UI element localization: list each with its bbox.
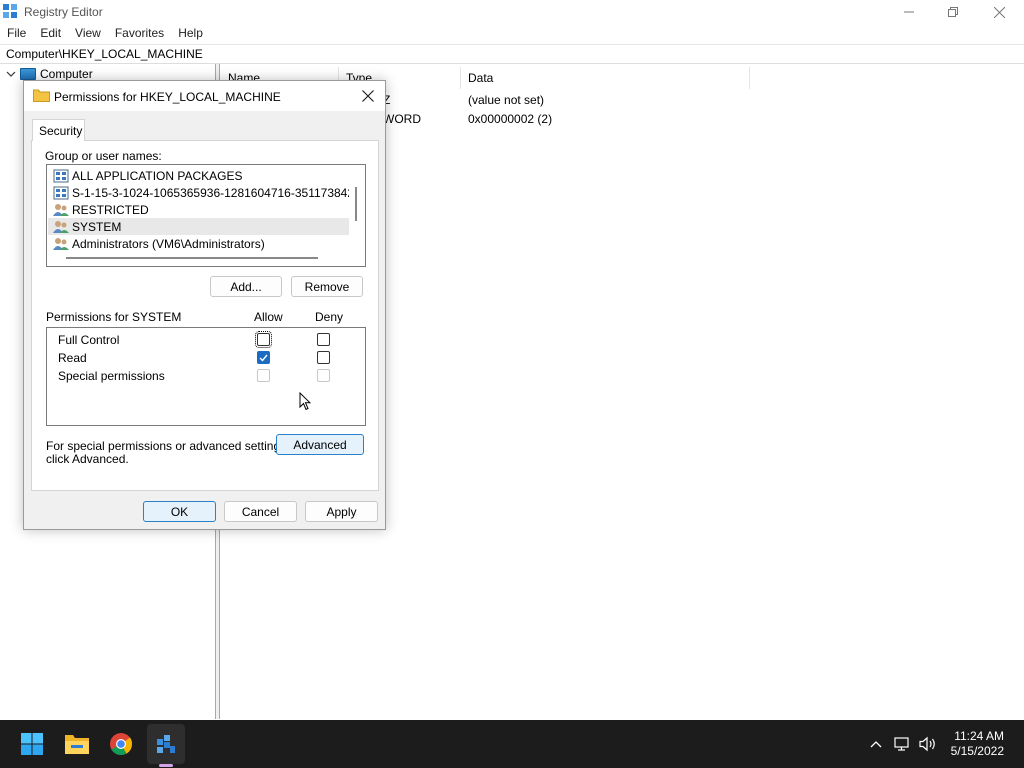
- advanced-button[interactable]: Advanced: [276, 434, 364, 455]
- volume-button[interactable]: [918, 734, 938, 754]
- network-button[interactable]: [893, 734, 913, 754]
- app-packages-icon: [53, 169, 69, 182]
- advanced-hint-line2: click Advanced.: [46, 452, 129, 466]
- taskbar: 11:24 AM 5/15/2022: [0, 720, 1024, 768]
- registry-editor-taskbar-button[interactable]: [150, 728, 182, 760]
- tab-security[interactable]: Security: [32, 119, 85, 141]
- restore-button[interactable]: [930, 0, 976, 24]
- group-name: Administrators (VM6\Administrators): [72, 236, 265, 251]
- dialog-titlebar: Permissions for HKEY_LOCAL_MACHINE: [24, 81, 385, 111]
- permission-name: Special permissions: [58, 369, 165, 383]
- special-allow-checkbox: [257, 369, 270, 382]
- file-explorer-icon: [65, 735, 89, 754]
- tree-item-computer[interactable]: Computer: [6, 67, 93, 81]
- cancel-button[interactable]: Cancel: [224, 501, 297, 522]
- column-data[interactable]: Data: [461, 67, 750, 89]
- row-data: 0x00000002 (2): [468, 112, 553, 126]
- special-deny-checkbox: [317, 369, 330, 382]
- clock-time: 11:24 AM: [954, 729, 1004, 743]
- network-icon: [894, 737, 909, 751]
- clock[interactable]: 11:24 AM 5/15/2022: [951, 729, 1004, 759]
- permission-name: Full Control: [58, 333, 120, 347]
- chrome-icon: [110, 733, 133, 755]
- full-control-deny-checkbox[interactable]: [317, 333, 330, 346]
- active-indicator: [159, 764, 173, 767]
- security-panel: Group or user names: ALL APPLICATION PAC…: [31, 140, 379, 491]
- chevron-down-icon[interactable]: [6, 69, 16, 79]
- list-item[interactable]: RESTRICTED: [48, 201, 349, 218]
- advanced-hint-line1: For special permissions or advanced sett…: [46, 439, 290, 453]
- show-hidden-icons-button[interactable]: [866, 734, 886, 754]
- registry-editor-icon: [3, 4, 17, 18]
- list-item[interactable]: S-1-15-3-1024-1065365936-1281604716-3511…: [48, 184, 349, 201]
- group-name: ALL APPLICATION PACKAGES: [72, 168, 243, 183]
- read-allow-checkbox[interactable]: [257, 351, 270, 364]
- group-names-label: Group or user names:: [45, 149, 162, 163]
- dialog-close-button[interactable]: [357, 86, 379, 106]
- registry-editor-titlebar: Registry Editor: [0, 0, 1024, 24]
- permissions-for-label: Permissions for SYSTEM: [46, 310, 182, 324]
- list-item[interactable]: SYSTEM: [48, 218, 349, 235]
- restore-icon: [948, 7, 958, 17]
- window-title: Registry Editor: [24, 5, 103, 19]
- group-name: S-1-15-3-1024-1065365936-1281604716-3511…: [72, 185, 349, 200]
- menu-view[interactable]: View: [68, 24, 108, 44]
- full-control-allow-checkbox[interactable]: [255, 331, 272, 348]
- group-name: SYSTEM: [72, 219, 122, 234]
- menu-file[interactable]: File: [0, 24, 33, 44]
- mouse-cursor-icon: [299, 392, 311, 411]
- close-icon: [993, 6, 1005, 18]
- row-type: WORD: [383, 112, 421, 126]
- folder-icon: [33, 89, 50, 102]
- menu-help[interactable]: Help: [171, 24, 210, 44]
- permissions-list: Full Control Read Special permissions: [46, 327, 366, 426]
- address-bar[interactable]: Computer\HKEY_LOCAL_MACHINE: [0, 44, 1024, 64]
- menu-bar: File Edit View Favorites Help: [0, 24, 1024, 44]
- menu-favorites[interactable]: Favorites: [108, 24, 171, 44]
- file-explorer-button[interactable]: [61, 728, 93, 760]
- deny-header: Deny: [315, 310, 344, 324]
- add-button[interactable]: Add...: [210, 276, 282, 297]
- chrome-button[interactable]: [105, 728, 137, 760]
- clock-date: 5/15/2022: [950, 744, 1004, 758]
- user-group-icon: [53, 237, 69, 250]
- permissions-dialog: Permissions for HKEY_LOCAL_MACHINE Secur…: [23, 80, 386, 530]
- group-names-list[interactable]: ALL APPLICATION PACKAGES S-1-15-3-1024-1…: [46, 164, 366, 267]
- row-data: (value not set): [468, 93, 545, 107]
- apply-button[interactable]: Apply: [305, 501, 378, 522]
- list-item[interactable]: Administrators (VM6\Administrators): [48, 235, 349, 252]
- start-icon: [21, 733, 43, 755]
- minimize-icon: [904, 11, 914, 13]
- start-button[interactable]: [16, 728, 48, 760]
- group-name: RESTRICTED: [72, 202, 149, 217]
- volume-icon: [919, 736, 935, 752]
- close-button[interactable]: [976, 0, 1022, 24]
- horizontal-scrollbar[interactable]: [66, 257, 318, 259]
- tree-item-label: Computer: [40, 67, 93, 81]
- vertical-scrollbar[interactable]: [355, 187, 357, 221]
- checkmark-icon: [259, 354, 268, 362]
- read-deny-checkbox[interactable]: [317, 351, 330, 364]
- remove-button[interactable]: Remove: [291, 276, 363, 297]
- menu-edit[interactable]: Edit: [33, 24, 68, 44]
- dialog-title: Permissions for HKEY_LOCAL_MACHINE: [54, 90, 281, 104]
- close-icon: [362, 90, 374, 102]
- permission-name: Read: [58, 351, 87, 365]
- user-group-icon: [53, 203, 69, 216]
- user-group-icon: [53, 220, 69, 233]
- chevron-up-icon: [870, 741, 882, 748]
- app-packages-icon: [53, 186, 69, 199]
- list-item[interactable]: ALL APPLICATION PACKAGES: [48, 167, 349, 184]
- registry-editor-icon: [157, 735, 175, 753]
- allow-header: Allow: [254, 310, 283, 324]
- minimize-button[interactable]: [886, 0, 932, 24]
- computer-icon: [20, 68, 36, 80]
- ok-button[interactable]: OK: [143, 501, 216, 522]
